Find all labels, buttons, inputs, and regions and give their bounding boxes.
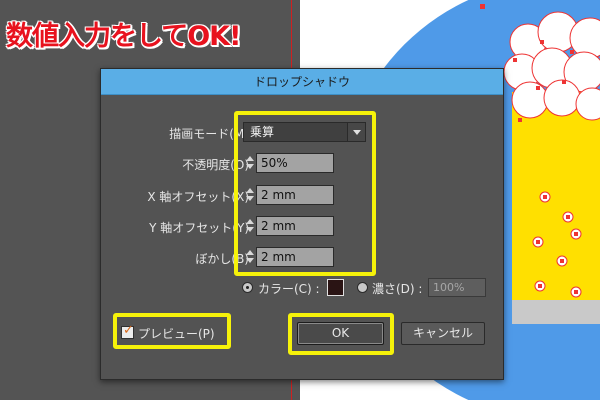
opacity-stepper[interactable] [243, 153, 255, 173]
blur-label: ぼかし(B) [195, 252, 249, 266]
checkmark-icon: ✓ [123, 323, 134, 338]
opacity-row: 不透明度(O) 50% [101, 152, 505, 176]
y-offset-label: Y 軸オフセット(Y) [149, 221, 249, 235]
darkness-input[interactable]: 100% [428, 278, 486, 297]
darkness-radio[interactable] [357, 282, 368, 293]
blur-row: ぼかし(B) 2 mm [101, 246, 505, 270]
dialog-title: ドロップシャドウ [101, 69, 503, 95]
preview-option[interactable]: ✓ プレビュー(P) [121, 323, 231, 343]
spin-down-icon[interactable] [246, 258, 254, 263]
ok-button[interactable]: OK [297, 322, 384, 345]
y-offset-row: Y 軸オフセット(Y) 2 mm [101, 215, 505, 239]
opacity-input[interactable]: 50% [256, 153, 334, 173]
spin-up-icon[interactable] [246, 156, 254, 161]
x-offset-stepper[interactable] [243, 185, 255, 205]
spin-up-icon[interactable] [246, 219, 254, 224]
y-offset-stepper[interactable] [243, 216, 255, 236]
x-offset-input[interactable]: 2 mm [256, 185, 334, 205]
spin-up-icon[interactable] [246, 188, 254, 193]
x-offset-row: X 軸オフセット(X) 2 mm [101, 184, 505, 208]
darkness-label: 濃さ(D) : [372, 282, 423, 296]
drop-shadow-dialog: ドロップシャドウ 描画モード(M) 乗算 不透明度(O) 50% X 軸オフセッ… [100, 68, 504, 380]
color-label: カラー(C) : [258, 282, 320, 296]
blend-mode-select[interactable]: 乗算 [243, 122, 366, 142]
opacity-label: 不透明度(O) [182, 158, 249, 172]
x-offset-label: X 軸オフセット(X) [147, 190, 249, 204]
shadow-color-row: カラー(C) : 濃さ(D) : 100% [101, 277, 505, 299]
spin-up-icon[interactable] [246, 250, 254, 255]
spin-down-icon[interactable] [246, 196, 254, 201]
mug-base [512, 300, 600, 324]
blend-mode-value: 乗算 [250, 125, 275, 139]
blend-mode-row: 描画モード(M) 乗算 [101, 121, 505, 145]
instruction-headline: 数値入力をしてOK! [6, 21, 241, 52]
spin-down-icon[interactable] [246, 227, 254, 232]
blur-input[interactable]: 2 mm [256, 247, 334, 267]
y-offset-input[interactable]: 2 mm [256, 216, 334, 236]
blend-mode-label: 描画モード(M) [169, 127, 249, 141]
beer-body [512, 92, 600, 322]
preview-label: プレビュー(P) [138, 327, 215, 341]
color-radio[interactable] [242, 282, 253, 293]
chevron-down-icon[interactable] [347, 123, 365, 141]
foam-bubbles [503, 11, 600, 121]
spin-down-icon[interactable] [246, 164, 254, 169]
preview-checkbox[interactable]: ✓ [121, 323, 134, 339]
cancel-button[interactable]: キャンセル [401, 322, 485, 345]
shadow-color-swatch[interactable] [327, 279, 344, 296]
blur-stepper[interactable] [243, 247, 255, 267]
